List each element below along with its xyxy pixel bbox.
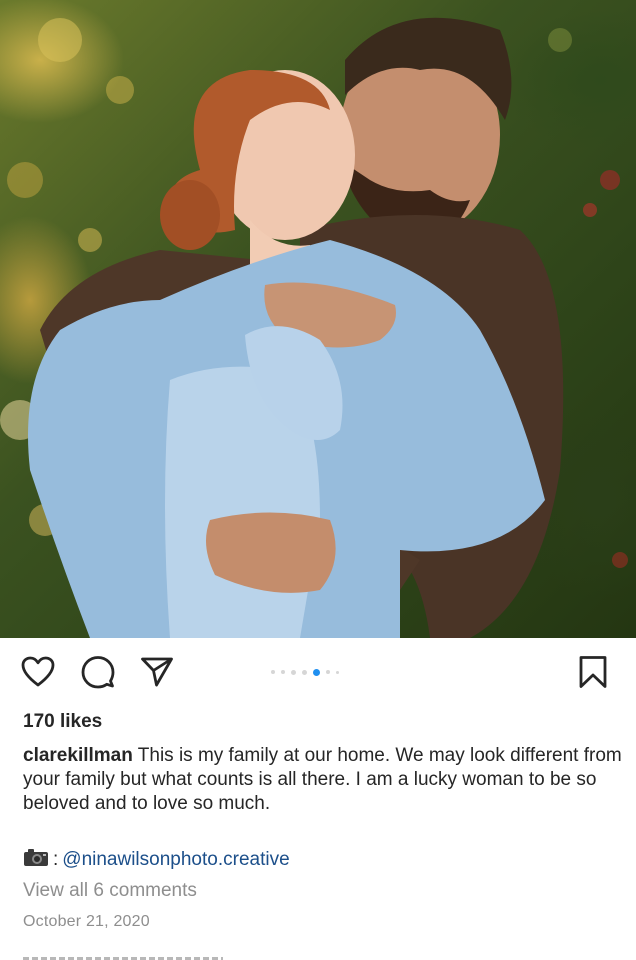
cut-off-text xyxy=(23,952,223,960)
save-button[interactable] xyxy=(575,655,611,694)
likes-count[interactable]: 170 likes xyxy=(23,711,102,733)
carousel-indicator xyxy=(271,668,339,676)
post-caption: clarekillman This is my family at our ho… xyxy=(23,744,623,816)
camera-icon xyxy=(23,847,49,873)
post-photo-illustration xyxy=(0,17,628,638)
carousel-dot xyxy=(291,669,296,675)
credit-handle-link[interactable]: @ninawilsonphoto.creative xyxy=(62,849,289,871)
paper-plane-icon xyxy=(140,655,174,694)
credit-separator: : xyxy=(53,849,59,870)
share-button[interactable] xyxy=(139,656,175,692)
like-button[interactable] xyxy=(20,656,56,692)
post-date: October 21, 2020 xyxy=(23,913,150,930)
post-photo[interactable] xyxy=(0,0,636,638)
carousel-dot xyxy=(326,670,330,674)
carousel-dot xyxy=(336,670,339,674)
comment-bubble-icon xyxy=(81,655,115,694)
photo-credit: : @ninawilsonphoto.creative xyxy=(23,847,290,873)
caption-username[interactable]: clarekillman xyxy=(23,745,133,766)
comment-button[interactable] xyxy=(80,655,116,694)
view-comments-link[interactable]: View all 6 comments xyxy=(23,880,197,902)
heart-icon xyxy=(21,656,55,693)
bookmark-icon xyxy=(578,655,608,694)
carousel-dot xyxy=(271,670,275,674)
carousel-dot-active xyxy=(313,668,320,676)
carousel-dot xyxy=(281,670,285,674)
carousel-dot xyxy=(302,669,307,675)
